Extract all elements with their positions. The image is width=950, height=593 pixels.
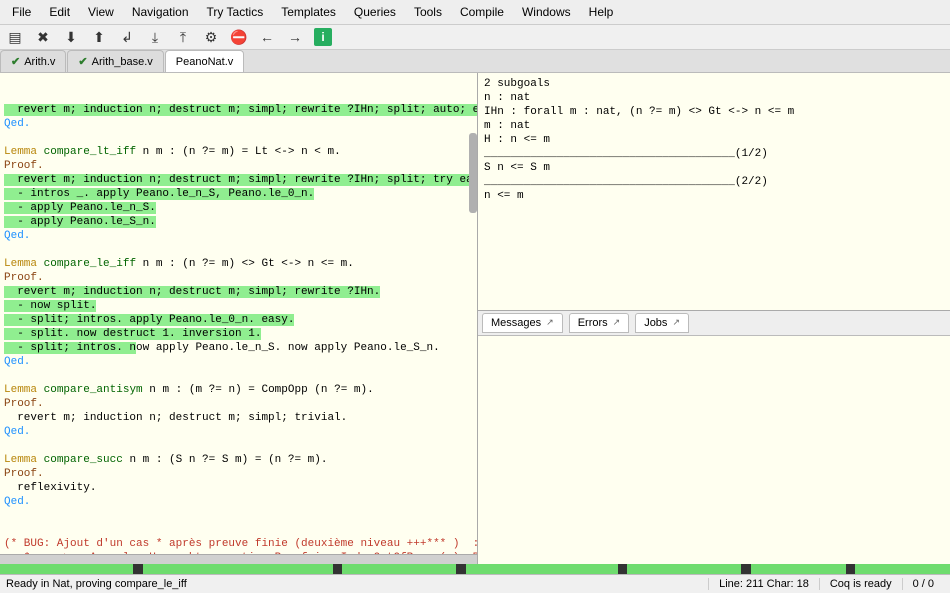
- status-line-char: Line: 211 Char: 18: [708, 578, 819, 590]
- menu-windows[interactable]: Windows: [514, 2, 579, 22]
- tab-peanonat-v[interactable]: PeanoNat.v: [165, 50, 244, 72]
- goto-end-icon[interactable]: ⤓: [146, 28, 164, 46]
- msg-tab-label: Jobs: [644, 317, 667, 329]
- down-arrow-icon[interactable]: ⬇: [62, 28, 80, 46]
- message-tabs: Messages ↗ Errors ↗ Jobs ↗: [478, 311, 950, 336]
- right-pane: 2 subgoals n : nat IHn : forall m : nat,…: [478, 73, 950, 564]
- messages-area: [478, 336, 950, 565]
- menu-compile[interactable]: Compile: [452, 2, 512, 22]
- editor-line: Lemma compare_succ n m : (S n ?= S m) = …: [4, 453, 473, 467]
- menu-queries[interactable]: Queries: [346, 2, 404, 22]
- editor-hscroll[interactable]: [0, 554, 477, 564]
- editor-line: Proof.: [4, 159, 473, 173]
- editor-line: Proof.: [4, 271, 473, 285]
- editor-line: Proof.: [4, 397, 473, 411]
- editor-line: - apply Peano.le_S_n.: [4, 215, 473, 229]
- tab-label: Arith_base.v: [92, 56, 153, 68]
- status-bar: Ready in Nat, proving compare_le_iff Lin…: [0, 574, 950, 593]
- editor[interactable]: revert m; induction n; destruct m; simpl…: [0, 73, 477, 554]
- editor-line: Lemma compare_lt_iff n m : (n ?= m) = Lt…: [4, 145, 473, 159]
- editor-line: revert m; induction n; destruct m; simpl…: [4, 285, 473, 299]
- toolbar: ▤ ✖ ⬇ ⬆ ↲ ⤓ ⤒ ⚙ ⛔ ← → i: [0, 25, 950, 50]
- editor-line: * ---> Anomaly: Uncaught exception Proof…: [4, 551, 473, 554]
- tab-arith-v[interactable]: ✔ Arith.v: [0, 50, 66, 72]
- check-icon: ✔: [11, 55, 20, 68]
- scrollbar-thumb[interactable]: [469, 133, 477, 213]
- status-ratio: 0 / 0: [902, 578, 944, 590]
- menu-file[interactable]: File: [4, 2, 39, 22]
- editor-line: [4, 131, 473, 145]
- tab-label: PeanoNat.v: [176, 56, 233, 68]
- menu-try-tactics[interactable]: Try Tactics: [199, 2, 272, 22]
- editor-line: - intros _. apply Peano.le_n_S, Peano.le…: [4, 187, 473, 201]
- editor-line: revert m; induction n; destruct m; simpl…: [4, 173, 473, 187]
- stop-icon[interactable]: ⛔: [230, 28, 248, 46]
- detach-icon[interactable]: ↗: [613, 317, 621, 328]
- msg-tab-messages[interactable]: Messages ↗: [482, 313, 563, 333]
- editor-line: [4, 439, 473, 453]
- status-coq: Coq is ready: [819, 578, 902, 590]
- goals-panel: 2 subgoals n : nat IHn : forall m : nat,…: [478, 73, 950, 311]
- step-right-icon[interactable]: ↲: [118, 28, 136, 46]
- editor-line: Qed.: [4, 117, 473, 131]
- close-icon[interactable]: ✖: [34, 28, 52, 46]
- editor-line: [4, 509, 473, 523]
- menu-help[interactable]: Help: [581, 2, 622, 22]
- msg-tab-jobs[interactable]: Jobs ↗: [635, 313, 689, 333]
- msg-tab-errors[interactable]: Errors ↗: [569, 313, 630, 333]
- save-icon[interactable]: ▤: [6, 28, 24, 46]
- forward-icon[interactable]: →: [286, 28, 304, 46]
- editor-line: - split; intros. apply Peano.le_0_n. eas…: [4, 313, 473, 327]
- editor-line: [4, 369, 473, 383]
- editor-line: (* BUG: Ajout d'un cas * après preuve fi…: [4, 537, 473, 551]
- editor-line: Qed.: [4, 495, 473, 509]
- tab-label: Arith.v: [24, 56, 55, 68]
- detach-icon[interactable]: ↗: [546, 317, 554, 328]
- menu-tools[interactable]: Tools: [406, 2, 450, 22]
- menu-templates[interactable]: Templates: [273, 2, 344, 22]
- editor-pane: revert m; induction n; destruct m; simpl…: [0, 73, 478, 564]
- editor-line: reflexivity.: [4, 481, 473, 495]
- detach-icon[interactable]: ↗: [672, 317, 680, 328]
- goto-start-icon[interactable]: ⤒: [174, 28, 192, 46]
- menu-navigation[interactable]: Navigation: [124, 2, 197, 22]
- up-arrow-icon[interactable]: ⬆: [90, 28, 108, 46]
- main-split: revert m; induction n; destruct m; simpl…: [0, 73, 950, 564]
- editor-line: - split. now destruct 1. inversion 1.: [4, 327, 473, 341]
- gear-icon[interactable]: ⚙: [202, 28, 220, 46]
- msg-tab-label: Messages: [491, 317, 541, 329]
- progress-bar: [0, 564, 950, 574]
- editor-line: [4, 523, 473, 537]
- menu-edit[interactable]: Edit: [41, 2, 78, 22]
- editor-line: - apply Peano.le_n_S.: [4, 201, 473, 215]
- editor-line: Lemma compare_le_iff n m : (n ?= m) <> G…: [4, 257, 473, 271]
- status-message: Ready in Nat, proving compare_le_iff: [6, 578, 708, 590]
- editor-line: - now split.: [4, 299, 473, 313]
- editor-line: Qed.: [4, 425, 473, 439]
- menubar: FileEditViewNavigationTry TacticsTemplat…: [0, 0, 950, 25]
- info-icon[interactable]: i: [314, 28, 332, 46]
- file-tabs: ✔ Arith.v ✔ Arith_base.v PeanoNat.v: [0, 50, 950, 73]
- msg-tab-label: Errors: [578, 317, 608, 329]
- editor-line: Proof.: [4, 467, 473, 481]
- editor-line: - split; intros. now apply Peano.le_n_S.…: [4, 341, 473, 355]
- tab-arith_base-v[interactable]: ✔ Arith_base.v: [67, 50, 163, 72]
- check-icon: ✔: [78, 55, 87, 68]
- editor-line: revert m; induction n; destruct m; simpl…: [4, 411, 473, 425]
- editor-line: Qed.: [4, 355, 473, 369]
- editor-line: [4, 243, 473, 257]
- editor-line: Qed.: [4, 229, 473, 243]
- back-icon[interactable]: ←: [258, 28, 276, 46]
- editor-line: revert m; induction n; destruct m; simpl…: [4, 103, 473, 117]
- menu-view[interactable]: View: [80, 2, 122, 22]
- editor-line: Lemma compare_antisym n m : (m ?= n) = C…: [4, 383, 473, 397]
